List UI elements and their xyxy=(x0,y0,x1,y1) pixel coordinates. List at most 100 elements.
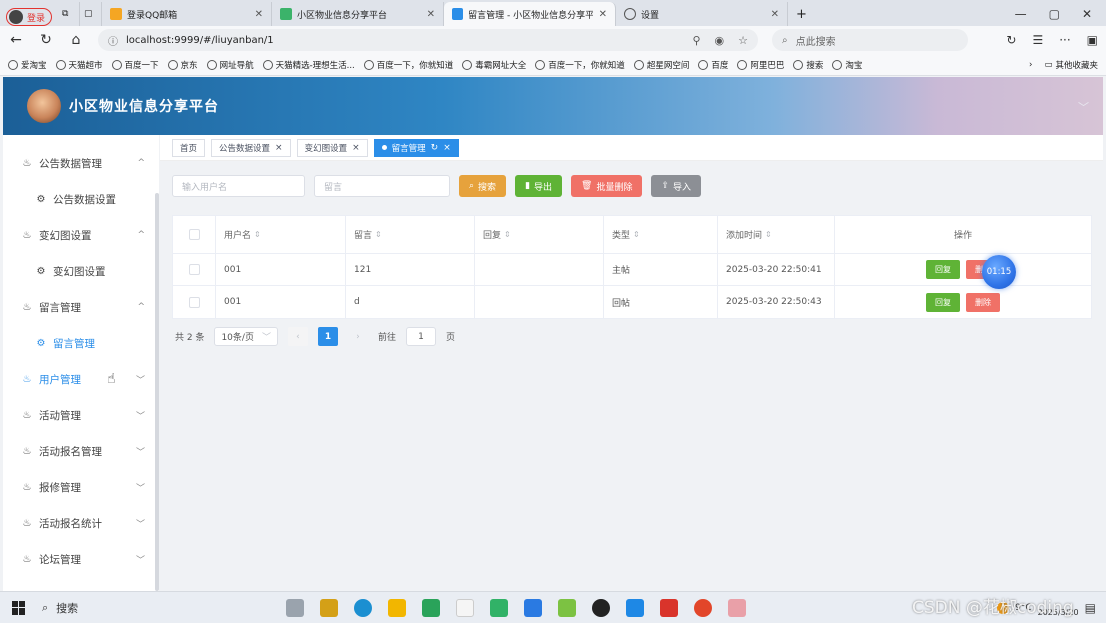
hbuilder-icon[interactable] xyxy=(422,598,440,617)
sidebar-item-carousel-settings[interactable]: ⚙ 变幻图设置 xyxy=(3,253,155,289)
sidebar-scrollbar[interactable] xyxy=(155,193,159,591)
close-icon[interactable]: × xyxy=(443,143,451,153)
tab-message-management[interactable]: 留言管理 - 小区物业信息分享平台 ✕ xyxy=(444,2,617,26)
reply-button[interactable]: 回复 xyxy=(926,260,960,279)
select-all-checkbox[interactable] xyxy=(188,229,200,240)
col-message[interactable]: 留言 ⇕ xyxy=(346,216,475,253)
tab-close-icon[interactable]: ✕ xyxy=(765,9,779,20)
reply-button[interactable]: 回复 xyxy=(926,292,960,312)
app-icon[interactable] xyxy=(524,598,542,617)
close-icon[interactable]: × xyxy=(275,143,283,153)
page-number-current[interactable]: 1 xyxy=(317,327,338,346)
browser-search-field[interactable]: ⌕ 点此搜索 xyxy=(772,29,968,51)
maximize-icon[interactable]: ▢ xyxy=(1049,7,1060,21)
close-window-icon[interactable]: ✕ xyxy=(1082,7,1092,21)
next-page-button[interactable]: › xyxy=(348,327,368,346)
task-view-icon[interactable] xyxy=(286,598,304,617)
import-button[interactable]: ⇪ 导入 xyxy=(651,175,702,197)
minimize-icon[interactable]: — xyxy=(1015,7,1027,21)
col-reply[interactable]: 回复 ⇕ xyxy=(475,216,604,253)
bookmark-item[interactable]: 天猫超市 xyxy=(55,59,103,71)
sidebar-item-message-management[interactable]: ⚙ 留言管理 xyxy=(3,325,155,361)
row-checkbox[interactable] xyxy=(188,296,200,308)
tag-announcement-settings[interactable]: 公告数据设置 × xyxy=(211,138,291,157)
bookmark-item[interactable]: 百度一下 xyxy=(111,59,159,71)
prev-page-button[interactable]: ‹ xyxy=(287,327,308,346)
file-explorer-icon[interactable] xyxy=(388,598,406,617)
app-icon[interactable] xyxy=(558,598,576,617)
tab-qq-mail[interactable]: 登录QQ邮箱 ✕ xyxy=(102,2,273,26)
col-type[interactable]: 类型 ⇕ xyxy=(604,216,718,253)
wechat-icon[interactable] xyxy=(490,598,508,617)
tab-close-icon[interactable]: ✕ xyxy=(421,9,435,20)
sidebar-item-activity-management[interactable]: ♨ 活动管理 ﹀ xyxy=(3,397,155,433)
goto-page-input[interactable]: 1 xyxy=(405,327,436,346)
read-aloud-icon[interactable]: ◉ xyxy=(715,34,725,47)
sidebar-item-repair-management[interactable]: ♨ 报修管理 ﹀ xyxy=(3,469,155,505)
tab-actions-icon[interactable]: ▢ xyxy=(80,2,103,26)
workspaces-icon[interactable]: ⧉ xyxy=(58,2,81,26)
bookmark-item[interactable]: 搜索 xyxy=(793,59,823,71)
tag-home[interactable]: 首页 xyxy=(172,138,206,157)
back-icon[interactable]: ← xyxy=(8,32,24,48)
favorite-star-icon[interactable]: ☆ xyxy=(738,34,748,47)
refresh-icon[interactable]: ↻ xyxy=(431,143,439,153)
bookmark-item[interactable]: 超星网空间 xyxy=(633,59,689,71)
url-field[interactable]: ⓘ localhost:9999/#/liuyanban/1 ⚲ ◉ ☆ xyxy=(98,29,758,51)
username-search-input[interactable]: 输入用户名 xyxy=(172,175,305,197)
notepad-icon[interactable] xyxy=(456,598,474,617)
sidebar-item-forum-management[interactable]: ♨ 论坛管理 ﹀ xyxy=(3,541,155,577)
qq-icon[interactable] xyxy=(592,598,610,617)
tab-settings[interactable]: 设置 ✕ xyxy=(616,2,789,26)
tag-message-management[interactable]: 留言管理 ↻ × xyxy=(373,138,459,157)
bookmark-item[interactable]: 百度一下，你就知道 xyxy=(535,59,625,71)
more-icon[interactable]: ··· xyxy=(1059,33,1070,47)
favorites-icon[interactable]: ☰ xyxy=(1032,33,1043,47)
tab-community-platform[interactable]: 小区物业信息分享平台 ✕ xyxy=(272,2,445,26)
col-username[interactable]: 用户名 ⇕ xyxy=(216,216,346,253)
tab-close-icon[interactable]: ✕ xyxy=(593,9,607,20)
chevron-down-icon[interactable]: ﹀ xyxy=(1078,99,1089,115)
bookmark-item[interactable]: 百度一下，你就知道 xyxy=(363,59,453,71)
bookmark-item[interactable]: 爱淘宝 xyxy=(8,59,47,71)
wps-icon[interactable] xyxy=(660,598,678,617)
close-icon[interactable]: × xyxy=(352,143,360,153)
refresh-icon[interactable]: ↻ xyxy=(38,32,54,48)
key-icon[interactable]: ⚲ xyxy=(692,34,700,47)
notification-icon[interactable]: ▤ xyxy=(1085,601,1096,615)
sidebar-item-activity-signup-management[interactable]: ♨ 活动报名管理 ﹀ xyxy=(3,433,155,469)
home-icon[interactable]: ⌂ xyxy=(68,32,84,48)
sidebar-item-user-management[interactable]: ♨ 用户管理 ﹀ xyxy=(3,361,155,397)
windows-start-icon[interactable] xyxy=(12,600,26,615)
tag-carousel-settings[interactable]: 变幻图设置 × xyxy=(296,138,368,157)
timer-overlay[interactable]: 01:15 xyxy=(982,255,1016,289)
sort-icon[interactable]: ⇕ xyxy=(254,230,261,239)
message-search-input[interactable]: 留言 xyxy=(314,175,450,197)
sidebar-item-announcement-settings[interactable]: ⚙ 公告数据设置 xyxy=(3,181,155,217)
col-time[interactable]: 添加时间 ⇕ xyxy=(718,216,835,253)
bookmark-item[interactable]: 京东 xyxy=(167,59,198,71)
browser-login-button[interactable]: 登录 xyxy=(6,8,53,26)
chevron-right-icon[interactable]: › xyxy=(1029,60,1032,70)
sidebar-toggle-icon[interactable]: ▣ xyxy=(1087,33,1098,47)
row-checkbox[interactable] xyxy=(188,264,200,275)
taskbar-search[interactable]: ⌕ 搜索 xyxy=(42,600,232,616)
bookmark-item[interactable]: 阿里巴巴 xyxy=(737,59,784,71)
sort-icon[interactable]: ⇕ xyxy=(504,230,511,239)
edge-browser-icon[interactable] xyxy=(354,598,372,617)
search-button[interactable]: ⌕ 搜索 xyxy=(459,175,507,197)
sidebar-item-activity-signup-stats[interactable]: ♨ 活动报名统计 ﹀ xyxy=(3,505,155,541)
bookmark-item[interactable]: 百度 xyxy=(698,59,728,71)
other-bookmarks-folder[interactable]: ▭ 其他收藏夹 xyxy=(1044,59,1098,71)
sort-icon[interactable]: ⇕ xyxy=(765,230,772,239)
bulk-delete-button[interactable]: 🗑 批量删除 xyxy=(571,175,643,197)
bookmark-item[interactable]: 毒霸网址大全 xyxy=(462,59,526,71)
sidebar-item-announcement-management[interactable]: ♨ 公告数据管理 ^ xyxy=(3,145,155,181)
bookmark-item[interactable]: 天猫精选-理想生活... xyxy=(262,59,355,71)
info-icon[interactable]: ⓘ xyxy=(108,33,118,48)
sort-icon[interactable]: ⇕ xyxy=(375,230,382,239)
page-size-select[interactable]: 10条/页 ﹀ xyxy=(214,327,278,346)
extensions-icon[interactable]: ↻ xyxy=(1006,33,1016,47)
tab-close-icon[interactable]: ✕ xyxy=(249,9,263,20)
app-icon[interactable] xyxy=(320,598,338,617)
